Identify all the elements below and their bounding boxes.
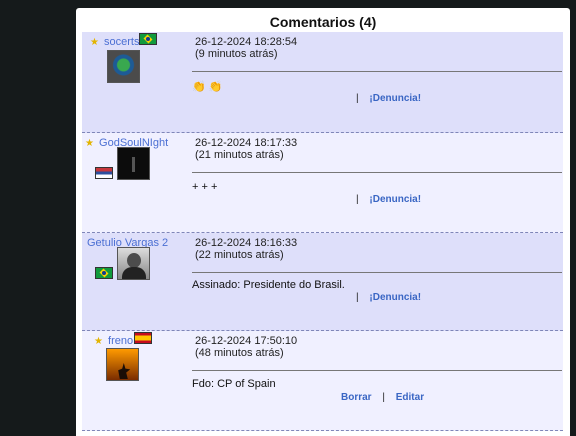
comment-1: ★ socerts 26-12-2024 18:28:54 (9 minutos… xyxy=(82,32,563,133)
report-link[interactable]: ¡Denuncia! xyxy=(369,292,421,303)
divider xyxy=(192,172,562,173)
comment-text: Fdo: CP of Spain xyxy=(192,378,276,390)
comment-actions: | ¡Denuncia! xyxy=(348,292,421,303)
report-link[interactable]: ¡Denuncia! xyxy=(369,194,421,205)
username-link[interactable]: socerts xyxy=(104,36,139,48)
comment-actions: Borrar | Editar xyxy=(341,392,424,403)
comment-text: 👏 👏 xyxy=(192,81,223,93)
brazil-flag-icon xyxy=(95,267,113,279)
separator: | xyxy=(356,292,359,303)
comment-actions: | ¡Denuncia! xyxy=(348,93,421,104)
divider xyxy=(192,370,562,371)
comment-text: + + + xyxy=(192,181,218,193)
comment-2: ★ GodSoulNIght 26-12-2024 18:17:33 (21 m… xyxy=(82,133,563,233)
report-link[interactable]: ¡Denuncia! xyxy=(369,93,421,104)
comment-date: 26-12-2024 17:50:10 (48 minutos atrás) xyxy=(195,335,298,359)
star-icon: ★ xyxy=(94,336,103,347)
separator: | xyxy=(382,392,385,403)
separator: | xyxy=(356,194,359,205)
separator: | xyxy=(356,93,359,104)
avatar xyxy=(107,50,140,83)
comment-text: Assinado: Presidente do Brasil. xyxy=(192,279,345,291)
avatar xyxy=(117,147,150,180)
comment-date: 26-12-2024 18:28:54 (9 minutos atrás) xyxy=(195,36,298,60)
comment-4: ★ freno 26-12-2024 17:50:10 (48 minutos … xyxy=(82,331,563,431)
avatar xyxy=(117,247,150,280)
star-icon: ★ xyxy=(90,37,99,48)
comment-date: 26-12-2024 18:17:33 (21 minutos atrás) xyxy=(195,137,298,161)
username-link[interactable]: freno xyxy=(108,335,133,347)
serbia-flag-icon xyxy=(95,167,113,179)
brazil-flag-icon xyxy=(139,33,157,45)
divider xyxy=(192,71,562,72)
comments-panel: Comentarios (4) ★ socerts 26-12-2024 18:… xyxy=(76,8,570,436)
spain-flag-icon xyxy=(134,332,152,344)
divider xyxy=(192,272,562,273)
comments-title: Comentarios (4) xyxy=(269,14,377,30)
comment-actions: | ¡Denuncia! xyxy=(348,194,421,205)
delete-link[interactable]: Borrar xyxy=(341,392,372,403)
avatar xyxy=(106,348,139,381)
star-icon: ★ xyxy=(85,138,94,149)
edit-link[interactable]: Editar xyxy=(396,392,424,403)
comment-3: Getulio Vargas 2 26-12-2024 18:16:33 (22… xyxy=(82,233,563,331)
comment-date: 26-12-2024 18:16:33 (22 minutos atrás) xyxy=(195,237,298,261)
